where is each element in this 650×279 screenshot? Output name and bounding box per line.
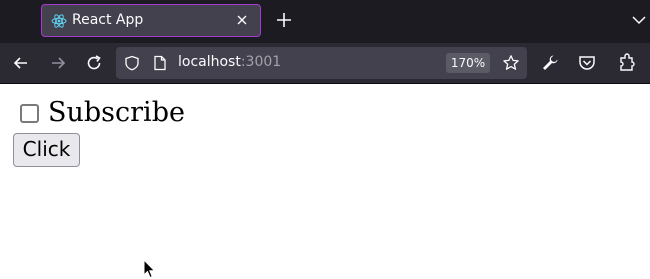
subscribe-checkbox[interactable] xyxy=(20,104,39,123)
navigation-toolbar: localhost:3001 170% xyxy=(0,43,650,84)
react-icon xyxy=(51,14,67,28)
tab-title: React App xyxy=(72,12,144,28)
click-button[interactable]: Click xyxy=(13,133,80,167)
arrow-right-icon xyxy=(52,57,66,69)
arrow-left-icon[interactable] xyxy=(11,53,31,73)
url-bar[interactable]: localhost:3001 170% xyxy=(116,47,527,79)
tab-strip: React App xyxy=(0,0,650,43)
reload-icon[interactable] xyxy=(84,53,104,73)
url-text[interactable]: localhost:3001 xyxy=(178,54,281,70)
plus-icon[interactable] xyxy=(275,11,293,29)
close-icon[interactable] xyxy=(234,12,250,28)
zoom-badge[interactable]: 170% xyxy=(446,53,490,73)
subscribe-label[interactable]: Subscribe xyxy=(48,97,185,128)
shield-icon[interactable] xyxy=(124,55,140,71)
mouse-cursor-icon xyxy=(143,259,156,279)
wrench-icon[interactable] xyxy=(540,53,560,73)
page-content: Subscribe Click xyxy=(0,84,650,279)
extensions-icon[interactable] xyxy=(617,53,637,73)
page-icon[interactable] xyxy=(152,55,168,71)
tab-react-app[interactable]: React App xyxy=(41,4,261,37)
chevron-down-icon[interactable] xyxy=(631,12,647,28)
star-icon[interactable] xyxy=(502,54,520,72)
url-port: :3001 xyxy=(240,54,282,70)
pocket-icon[interactable] xyxy=(577,53,597,73)
url-host: localhost xyxy=(178,54,241,70)
